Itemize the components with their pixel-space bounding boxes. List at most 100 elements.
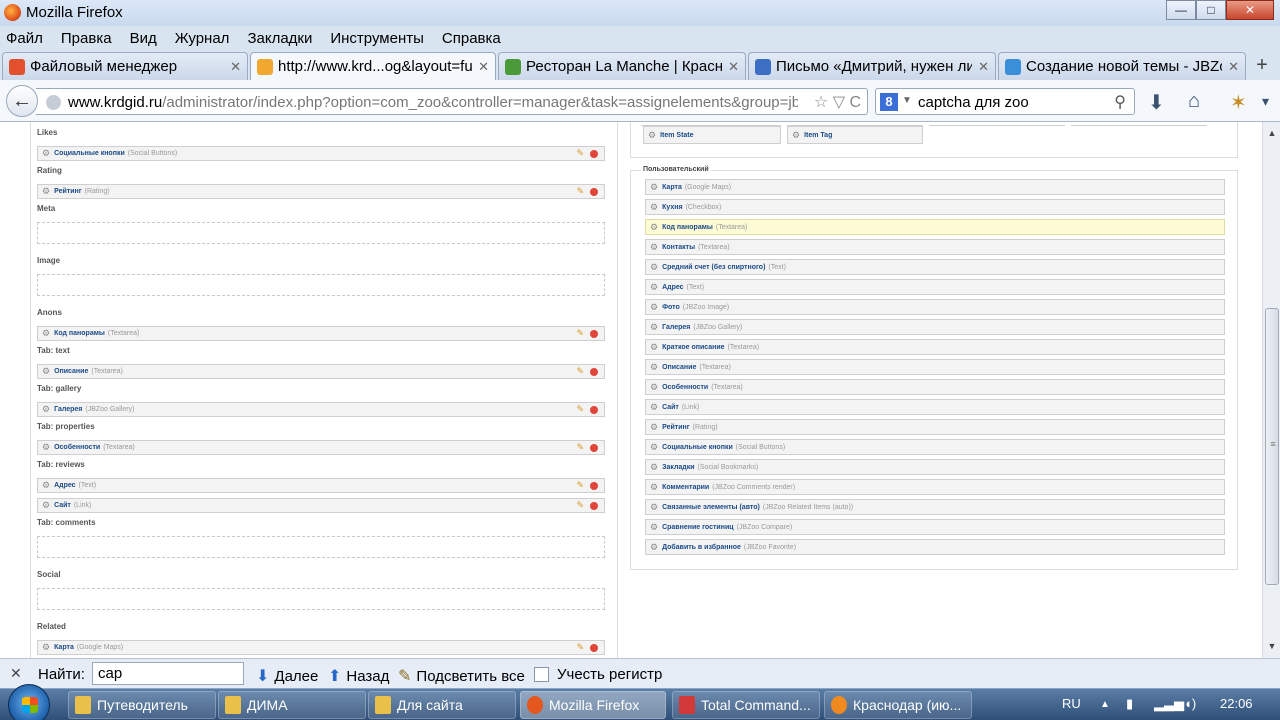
delete-icon[interactable] xyxy=(590,502,598,510)
custom-element-row[interactable]: ⚙ Рейтинг (Rating) xyxy=(645,419,1225,435)
delete-icon[interactable] xyxy=(590,150,598,158)
position-dropzone[interactable] xyxy=(37,274,605,296)
element-name[interactable]: Сайт xyxy=(54,502,71,509)
back-button[interactable]: ← xyxy=(6,85,38,117)
tab-close-icon[interactable]: ✕ xyxy=(1228,59,1239,75)
element-name[interactable]: Описание xyxy=(54,368,88,375)
minimize-button[interactable]: — xyxy=(1166,0,1196,20)
edit-pencil-icon[interactable]: ✎ xyxy=(576,480,584,491)
edit-pencil-icon[interactable]: ✎ xyxy=(576,404,584,415)
position-dropzone[interactable] xyxy=(37,588,605,610)
start-button[interactable] xyxy=(8,684,50,720)
assigned-element-row[interactable]: ⚙ Карта (Google Maps) ✎ xyxy=(37,640,605,655)
tab-mail[interactable]: Письмо «Дмитрий, нужен ли... ✕ xyxy=(748,52,996,80)
clock[interactable]: 22:06 xyxy=(1220,696,1253,711)
custom-element-row[interactable]: ⚙ Фото (JBZoo Image) xyxy=(645,299,1225,315)
assigned-element-row[interactable]: ⚙ Особенности (Textarea) ✎ xyxy=(37,440,605,455)
element-name[interactable]: Адрес xyxy=(54,482,75,489)
assigned-element-row[interactable]: ⚙ Рейтинг (Rating) ✎ xyxy=(37,184,605,199)
tab-krdgid-admin[interactable]: http://www.krd...og&layout=full ✕ xyxy=(250,52,496,80)
maximize-button[interactable]: □ xyxy=(1196,0,1226,20)
custom-element-row[interactable]: ⚙ Галерея (JBZoo Gallery) xyxy=(645,319,1225,335)
scroll-down-icon[interactable]: ▼ xyxy=(1263,638,1280,655)
tab-close-icon[interactable]: ✕ xyxy=(978,59,989,75)
position-dropzone[interactable] xyxy=(37,536,605,558)
custom-element-row[interactable]: ⚙ Связанные элементы (авто) (JBZoo Related… xyxy=(645,499,1225,515)
find-input[interactable]: cap xyxy=(92,662,244,685)
custom-element-row[interactable]: ⚙ Контакты (Textarea) xyxy=(645,239,1225,255)
search-box[interactable]: 8 ▼ captcha для zoo ⚲ xyxy=(875,88,1135,115)
tab-close-icon[interactable]: ✕ xyxy=(230,59,241,75)
custom-element-row[interactable]: ⚙ Адрес (Text) xyxy=(645,279,1225,295)
bookmark-star-icon[interactable]: ☆ ▽ C xyxy=(814,92,861,112)
element-name[interactable]: Код панорамы xyxy=(54,330,105,337)
custom-element-row[interactable]: ⚙ Средний счет (без спиртного) (Text) xyxy=(645,259,1225,275)
find-next-button[interactable]: ⬇ Далее xyxy=(256,666,318,686)
search-icon[interactable]: ⚲ xyxy=(1114,92,1126,112)
assigned-element-row[interactable]: ⚙ Адрес (Text) ✎ xyxy=(37,478,605,493)
custom-element-row[interactable]: ⚙ Добавить в избранное (JBZoo Favorite) xyxy=(645,539,1225,555)
close-window-button[interactable]: ✕ xyxy=(1226,0,1274,20)
tray-expand-icon[interactable]: ▲ xyxy=(1100,699,1110,710)
chevron-down-icon[interactable]: ▼ xyxy=(902,95,912,106)
match-case-checkbox[interactable]: Учесть регистр xyxy=(534,666,662,683)
core-element-item-tag[interactable]: ⚙ Item Tag xyxy=(787,126,923,144)
element-name[interactable]: Карта xyxy=(54,644,74,651)
edit-pencil-icon[interactable]: ✎ xyxy=(576,500,584,511)
delete-icon[interactable] xyxy=(590,188,598,196)
checkbox[interactable] xyxy=(534,667,549,682)
tab-jbzoo-forum[interactable]: Создание новой темы - JBZo... ✕ xyxy=(998,52,1246,80)
delete-icon[interactable] xyxy=(590,330,598,338)
new-tab-button[interactable]: + xyxy=(1248,54,1276,78)
highlight-all-button[interactable]: ✎ Подсветить все xyxy=(398,666,525,686)
menu-history[interactable]: Журнал xyxy=(173,30,232,47)
custom-element-row[interactable]: ⚙ Социальные кнопки (Social Buttons) xyxy=(645,439,1225,455)
element-name[interactable]: Социальные кнопки xyxy=(54,150,125,157)
delete-icon[interactable] xyxy=(590,368,598,376)
addon-icon[interactable]: ✶ xyxy=(1230,90,1247,115)
volume-icon[interactable]: ◖) xyxy=(1184,696,1196,711)
assigned-element-row[interactable]: ⚙ Описание (Textarea) ✎ xyxy=(37,364,605,379)
custom-element-row[interactable]: ⚙ Карта (Google Maps) xyxy=(645,179,1225,195)
edit-pencil-icon[interactable]: ✎ xyxy=(576,328,584,339)
menu-bookmarks[interactable]: Закладки xyxy=(245,30,314,47)
home-icon[interactable]: ⌂ xyxy=(1188,90,1200,113)
delete-icon[interactable] xyxy=(590,406,598,414)
delete-icon[interactable] xyxy=(590,444,598,452)
network-icon[interactable]: ▮ xyxy=(1126,696,1133,712)
menu-tools[interactable]: Инструменты xyxy=(328,30,426,47)
element-name[interactable]: Рейтинг xyxy=(54,188,82,195)
menu-file[interactable]: Файл xyxy=(4,30,45,47)
search-input[interactable]: captcha для zoo xyxy=(918,94,1029,111)
signal-icon[interactable]: ▂▃▅ xyxy=(1154,696,1184,712)
page-scrollbar[interactable]: ▲ ≡ ▼ xyxy=(1262,122,1280,658)
taskbar-item-krasnodar[interactable]: Краснодар (ию... xyxy=(824,691,972,719)
menu-chevron-icon[interactable]: ▾ xyxy=(1262,93,1269,110)
edit-pencil-icon[interactable]: ✎ xyxy=(576,148,584,159)
custom-element-row[interactable]: ⚙ Особенности (Textarea) xyxy=(645,379,1225,395)
scroll-up-icon[interactable]: ▲ xyxy=(1263,125,1280,142)
tab-close-icon[interactable]: ✕ xyxy=(478,59,489,75)
custom-element-row[interactable]: ⚙ Код панорамы (Textarea) xyxy=(645,219,1225,235)
language-indicator[interactable]: RU xyxy=(1062,696,1081,711)
taskbar-item-for-site[interactable]: Для сайта xyxy=(368,691,516,719)
url-bar[interactable]: www.krdgid.ru/administrator/index.php?op… xyxy=(36,88,868,115)
edit-pencil-icon[interactable]: ✎ xyxy=(576,366,584,377)
custom-element-row[interactable]: ⚙ Сравнение гостиниц (JBZoo Compare) xyxy=(645,519,1225,535)
tab-restaurant[interactable]: Ресторан La Manche | Красно... ✕ xyxy=(498,52,746,80)
download-icon[interactable]: ⬇ xyxy=(1148,90,1165,115)
position-dropzone[interactable] xyxy=(37,222,605,244)
menu-view[interactable]: Вид xyxy=(128,30,159,47)
assigned-element-row[interactable]: ⚙ Код панорамы (Textarea) ✎ xyxy=(37,326,605,341)
taskbar-item-total-commander[interactable]: Total Command... xyxy=(672,691,820,719)
tab-close-icon[interactable]: ✕ xyxy=(728,59,739,75)
tab-file-manager[interactable]: Файловый менеджер ✕ xyxy=(2,52,248,80)
edit-pencil-icon[interactable]: ✎ xyxy=(576,642,584,653)
taskbar-item-guide[interactable]: Путеводитель xyxy=(68,691,216,719)
menu-edit[interactable]: Правка xyxy=(59,30,114,47)
taskbar-item-dima[interactable]: ДИМА xyxy=(218,691,366,719)
custom-element-row[interactable]: ⚙ Описание (Textarea) xyxy=(645,359,1225,375)
custom-element-row[interactable]: ⚙ Кухня (Checkbox) xyxy=(645,199,1225,215)
taskbar-item-firefox[interactable]: Mozilla Firefox xyxy=(520,691,666,719)
delete-icon[interactable] xyxy=(590,644,598,652)
